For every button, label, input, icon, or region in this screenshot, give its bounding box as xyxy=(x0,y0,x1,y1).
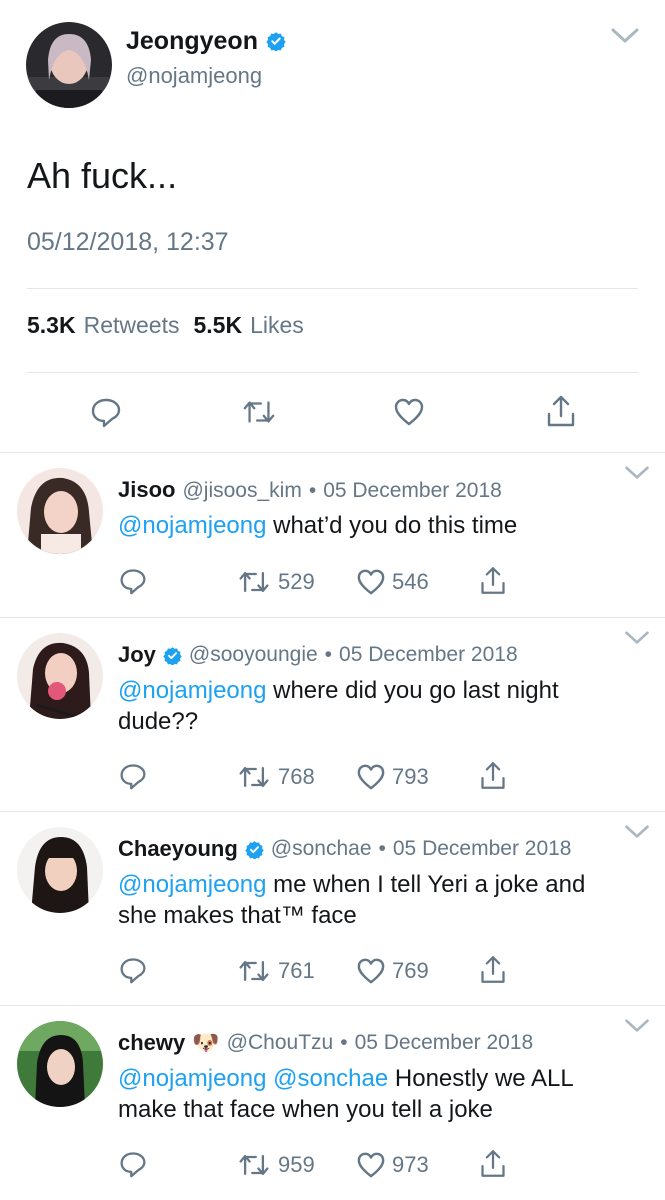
avatar[interactable] xyxy=(17,1021,103,1107)
share-icon[interactable] xyxy=(479,1148,507,1179)
avatar[interactable] xyxy=(17,468,103,554)
author-name-row[interactable]: Jeongyeon xyxy=(126,26,286,56)
verified-badge-icon xyxy=(266,32,286,51)
separator-dot: • xyxy=(324,643,333,666)
dog-emoji-icon: 🐶 xyxy=(192,1030,220,1055)
like-count[interactable]: 769 xyxy=(392,958,429,984)
share-icon[interactable] xyxy=(545,394,577,428)
like-icon[interactable] xyxy=(393,397,425,427)
separator-dot: • xyxy=(378,837,386,860)
reply-header: Joy @sooyoungie • 05 December 2018 xyxy=(118,642,518,668)
retweet-icon[interactable] xyxy=(242,398,276,426)
verified-badge-icon xyxy=(245,840,264,859)
retweet-icon[interactable] xyxy=(238,958,270,984)
reply-text-line: what’d you do this time xyxy=(273,512,518,539)
retweet-icon[interactable] xyxy=(238,569,270,595)
reply-author-handle[interactable]: @jisoos_kim xyxy=(182,479,301,503)
separator-dot: • xyxy=(340,1031,348,1054)
reply-icon[interactable] xyxy=(119,956,147,984)
likes-count[interactable]: 5.5K xyxy=(193,312,242,339)
share-icon[interactable] xyxy=(479,565,507,596)
reply-text-line: make that face when you tell a joke xyxy=(118,1096,493,1123)
like-count[interactable]: 973 xyxy=(392,1152,429,1178)
reply-text: @nojamjeong @sonchae Honestly we ALL mak… xyxy=(118,1063,638,1125)
retweets-label[interactable]: Retweets xyxy=(84,312,180,339)
mention-link[interactable]: @nojamjeong xyxy=(118,871,266,898)
retweet-icon[interactable] xyxy=(238,764,270,790)
mention-link[interactable]: @nojamjeong xyxy=(118,677,266,704)
reply-text-line: dude?? xyxy=(118,708,199,735)
reply-header: Chaeyoung @sonchae • 05 December 2018 xyxy=(118,836,572,862)
retweet-count[interactable]: 768 xyxy=(278,764,315,790)
reply-author-name[interactable]: chewy xyxy=(118,1030,185,1056)
reply-header: chewy 🐶 @ChouTzu • 05 December 2018 xyxy=(118,1030,533,1056)
divider xyxy=(27,288,638,289)
reply-text-line: where did you go last night xyxy=(273,677,559,704)
avatar[interactable] xyxy=(17,827,103,913)
like-count[interactable]: 546 xyxy=(392,569,429,595)
like-icon[interactable] xyxy=(356,957,386,985)
reply-text-line: me when I tell Yeri a joke and xyxy=(273,871,586,898)
retweet-icon[interactable] xyxy=(238,1152,270,1178)
tweet-text: Ah fuck... xyxy=(27,155,178,196)
reply-text: @nojamjeong me when I tell Yeri a joke a… xyxy=(118,869,638,931)
mention-link[interactable]: @nojamjeong xyxy=(118,512,266,539)
reply-author-name[interactable]: Joy xyxy=(118,642,156,668)
reply-date[interactable]: 05 December 2018 xyxy=(355,1031,534,1055)
mention-link[interactable]: @nojamjeong @sonchae xyxy=(118,1065,388,1092)
author-name: Jeongyeon xyxy=(126,26,258,55)
reply-author-handle[interactable]: @ChouTzu xyxy=(227,1031,334,1055)
reply-author-handle[interactable]: @sooyoungie xyxy=(189,643,318,667)
like-icon[interactable] xyxy=(356,763,386,791)
reply-author-name[interactable]: Chaeyoung xyxy=(118,836,238,862)
chevron-down-icon[interactable] xyxy=(624,825,650,839)
reply-date[interactable]: 05 December 2018 xyxy=(323,479,502,503)
reply-author-handle[interactable]: @sonchae xyxy=(271,837,372,861)
chevron-down-icon[interactable] xyxy=(624,1019,650,1033)
like-icon[interactable] xyxy=(356,1151,386,1179)
reply-icon[interactable] xyxy=(119,567,147,595)
retweets-count[interactable]: 5.3K xyxy=(27,312,76,339)
reply-date[interactable]: 05 December 2018 xyxy=(339,643,518,667)
chevron-down-icon[interactable] xyxy=(611,28,639,44)
reply-text-line: Honestly we ALL xyxy=(394,1065,574,1092)
likes-label[interactable]: Likes xyxy=(250,312,304,339)
avatar[interactable] xyxy=(17,633,103,719)
chevron-down-icon[interactable] xyxy=(624,466,650,480)
verified-badge-icon xyxy=(163,646,182,665)
reply-date[interactable]: 05 December 2018 xyxy=(393,837,572,861)
author-avatar[interactable] xyxy=(26,22,112,108)
share-icon[interactable] xyxy=(479,954,507,985)
reply-icon[interactable] xyxy=(119,1150,147,1178)
chevron-down-icon[interactable] xyxy=(624,631,650,645)
reply-icon[interactable] xyxy=(119,762,147,790)
divider xyxy=(27,372,638,373)
reply-text: @nojamjeong where did you go last night … xyxy=(118,675,638,737)
reply-text-line: she makes that™ face xyxy=(118,902,357,929)
share-icon[interactable] xyxy=(479,760,507,791)
reply-text: @nojamjeong what’d you do this time xyxy=(118,510,638,541)
engagement-stats: 5.3K Retweets 5.5K Likes xyxy=(27,312,304,339)
retweet-count[interactable]: 761 xyxy=(278,958,315,984)
retweet-count[interactable]: 959 xyxy=(278,1152,315,1178)
reply-author-name[interactable]: Jisoo xyxy=(118,477,175,503)
separator-dot: • xyxy=(308,479,317,502)
retweet-count[interactable]: 529 xyxy=(278,569,315,595)
like-icon[interactable] xyxy=(356,568,386,596)
like-count[interactable]: 793 xyxy=(392,764,429,790)
tweet-timestamp[interactable]: 05/12/2018, 12:37 xyxy=(27,228,229,257)
author-handle[interactable]: @nojamjeong xyxy=(126,63,262,89)
reply-header: Jisoo @jisoos_kim • 05 December 2018 xyxy=(118,477,502,503)
reply-icon[interactable] xyxy=(90,396,122,428)
